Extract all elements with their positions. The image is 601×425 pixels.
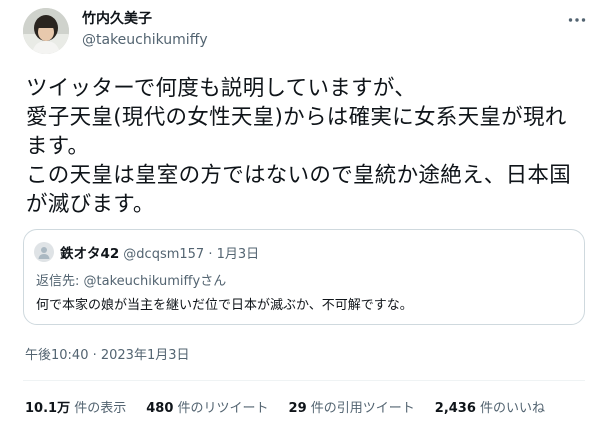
stat-likes[interactable]: 2,436 件のいいね: [435, 397, 545, 416]
quoted-tweet-avatar: [34, 242, 54, 262]
quoted-tweet-header: 鉄オタ42 @dcqsm157 · 1月3日: [34, 242, 259, 262]
tweet-stats: 10.1万 件の表示 480 件のリツイート 29 件の引用ツイート 2,436…: [25, 397, 565, 416]
more-options-button[interactable]: [565, 10, 589, 30]
reply-prefix: 返信先:: [36, 274, 80, 289]
stat-label: 件のいいね: [480, 401, 546, 416]
quoted-tweet[interactable]: 鉄オタ42 @dcqsm157 · 1月3日 返信先: @takeuchikum…: [23, 229, 585, 325]
author-display-name[interactable]: 竹内久美子: [82, 10, 208, 28]
quoted-tweet-text: 何で本家の娘が当主を継いだ位で日本が滅ぶか、不可解ですな。: [36, 298, 413, 313]
quoted-tweet-reply-to: 返信先: @takeuchikumiffyさん: [36, 270, 226, 289]
stat-count: 480: [146, 401, 174, 416]
default-avatar-icon: [38, 247, 50, 259]
stat-count: 10.1万: [25, 401, 71, 416]
stat-label: 件の引用ツイート: [310, 401, 415, 416]
author-handle[interactable]: @takeuchikumiffy: [82, 30, 208, 50]
stat-count: 29: [288, 401, 307, 416]
stat-quote-tweets[interactable]: 29 件の引用ツイート: [289, 397, 415, 416]
author-info: 竹内久美子 @takeuchikumiffy: [82, 10, 208, 50]
stat-label: 件のリツイート: [177, 401, 269, 416]
stat-count: 2,436: [434, 401, 476, 416]
author-photo: [23, 8, 69, 54]
quoted-tweet-handle-date: @dcqsm157 · 1月3日: [123, 246, 260, 262]
more-horizontal-icon: [568, 18, 586, 22]
stat-label: 件の表示: [74, 401, 127, 416]
reply-mention[interactable]: @takeuchikumiffyさん: [84, 274, 227, 289]
stat-views[interactable]: 10.1万 件の表示: [25, 397, 126, 416]
tweet-text: ツイッターで何度も説明していますが、 愛子天皇(現代の女性天皇)からは確実に女系…: [26, 76, 572, 217]
stat-retweets[interactable]: 480 件のリツイート: [146, 397, 268, 416]
divider: [23, 380, 585, 381]
author-avatar[interactable]: [23, 8, 69, 54]
quoted-tweet-display-name: 鉄オタ42: [60, 246, 120, 262]
tweet-timestamp[interactable]: 午後10:40 · 2023年1月3日: [25, 344, 190, 363]
